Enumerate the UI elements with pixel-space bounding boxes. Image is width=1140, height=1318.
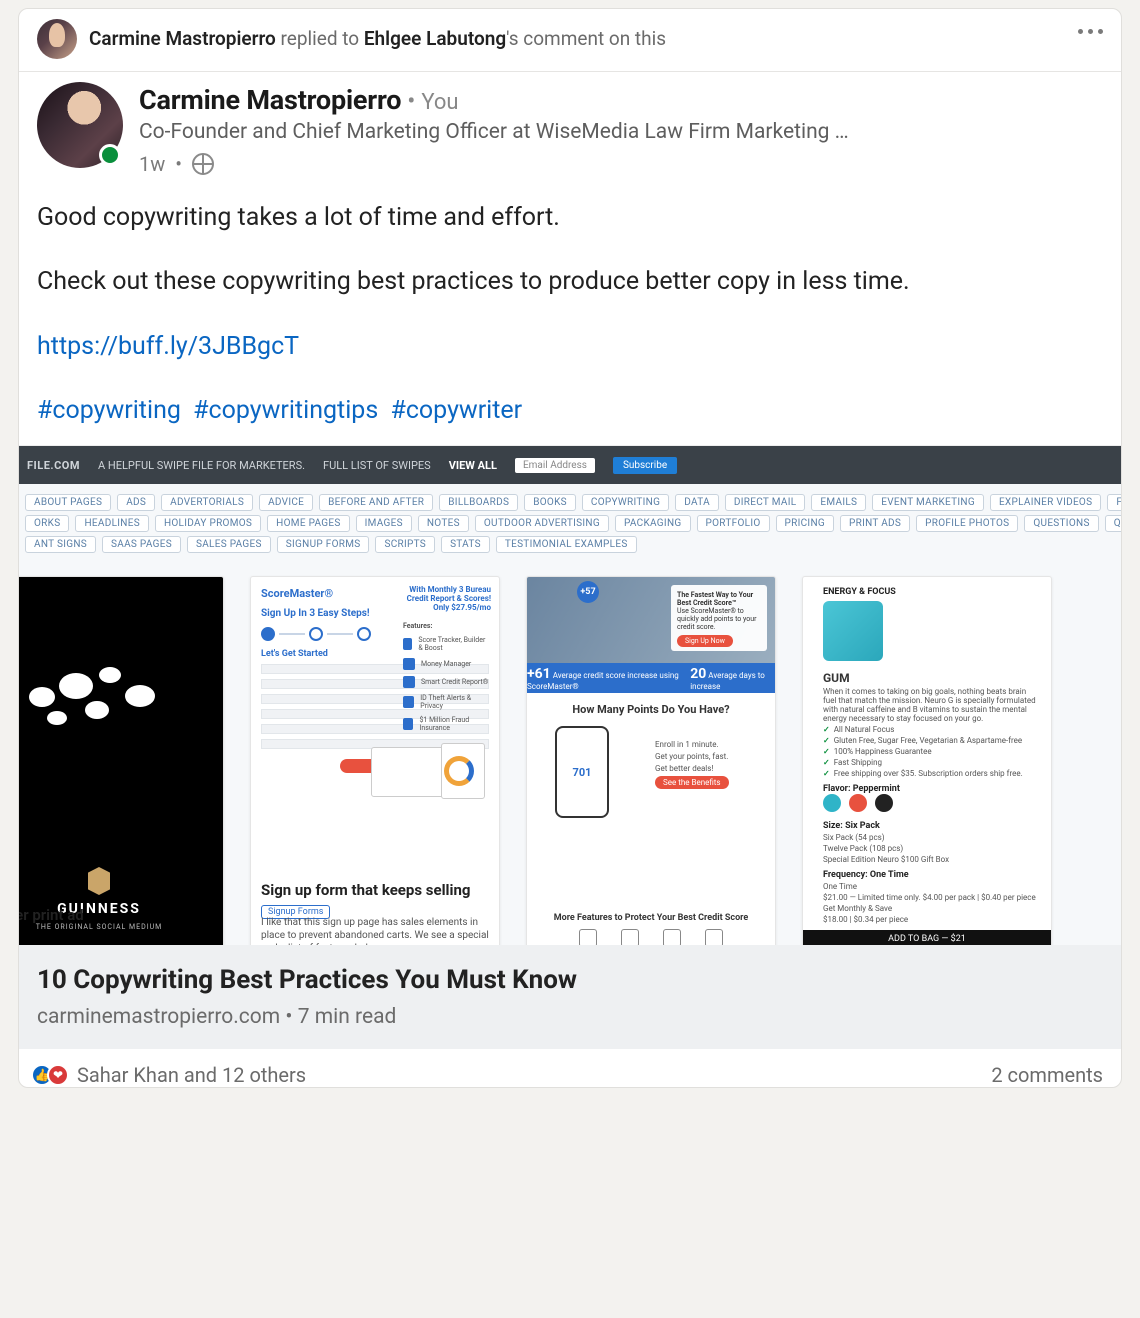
hashtag-row: #copywriting #copywritingtips #copywrite… xyxy=(37,393,1103,429)
post-time-row: 1w • xyxy=(139,152,849,176)
preview-tag: IMAGES xyxy=(356,515,412,532)
preview-tag: FLYERS xyxy=(1107,494,1121,511)
preview-tag: ADVERTORIALS xyxy=(161,494,253,511)
preview-tag: QUOTES xyxy=(1105,515,1121,532)
post-body: Good copywriting takes a lot of time and… xyxy=(19,176,1121,445)
preview-tag: SCRIPTS xyxy=(375,536,435,553)
actor-avatar[interactable] xyxy=(37,19,77,59)
preview-tag: HOLIDAY PROMOS xyxy=(155,515,261,532)
post-header: Carmine Mastropierro • You Co-Founder an… xyxy=(19,72,1121,176)
activity-text: Carmine Mastropierro replied to Ehlgee L… xyxy=(89,27,666,52)
preview-tag: QUESTIONS xyxy=(1024,515,1098,532)
preview-tag: SAAS PAGES xyxy=(102,536,181,553)
preview-tag: HEADLINES xyxy=(75,515,148,532)
preview-tag: NOTES xyxy=(418,515,469,532)
hashtag[interactable]: #copywriter xyxy=(390,396,522,425)
link-preview-footer[interactable]: 10 Copywriting Best Practices You Must K… xyxy=(19,945,1121,1049)
post-menu-button[interactable] xyxy=(1078,29,1103,34)
post-meta: Carmine Mastropierro • You Co-Founder an… xyxy=(139,82,849,176)
preview-tag-rows: ABOUT PAGES ADS ADVERTORIALS ADVICE BEFORE A… xyxy=(19,484,1121,561)
preview-tag: PROFILE PHOTOS xyxy=(916,515,1018,532)
preview-tag: DIRECT MAIL xyxy=(725,494,806,511)
preview-thumb: ScoreMaster® Sign Up In 3 Easy Steps! Le… xyxy=(250,576,500,945)
you-label: You xyxy=(421,90,458,115)
reactors-text: Sahar Khan and 12 others xyxy=(77,1063,306,1087)
author-headline: Co-Founder and Chief Marketing Officer a… xyxy=(139,120,849,144)
preview-nav: FILE.COM A HELPFUL SWIPE FILE FOR MARKET… xyxy=(19,446,1121,484)
preview-thumb: ENERGY & FOCUS GUM When it comes to taki… xyxy=(802,576,1052,945)
comments-count[interactable]: 2 comments xyxy=(991,1063,1103,1087)
preview-tag: OUTDOOR ADVERTISING xyxy=(475,515,609,532)
preview-tag: BOOKS xyxy=(524,494,576,511)
preview-tag: PORTFOLIO xyxy=(697,515,770,532)
post-paragraph: Good copywriting takes a lot of time and… xyxy=(37,200,1103,236)
online-indicator xyxy=(99,144,121,166)
harp-icon xyxy=(88,867,110,895)
preview-tag: BEFORE AND AFTER xyxy=(319,494,433,511)
preview-thumb: +57 The Fastest Way to Your Best Credit … xyxy=(526,576,776,945)
preview-tag: SIGNUP FORMS xyxy=(277,536,370,553)
preview-tag: EXPLAINER VIDEOS xyxy=(990,494,1101,511)
post-time: 1w xyxy=(139,152,165,176)
preview-tag: EVENT MARKETING xyxy=(872,494,984,511)
preview-thumb: GUINNESS THE ORIGINAL SOCIAL MEDIUM xyxy=(19,576,224,945)
link-preview-subtitle: carminemastropierro.com • 7 min read xyxy=(37,1005,1103,1029)
activity-header: Carmine Mastropierro replied to Ehlgee L… xyxy=(19,9,1121,72)
post-link[interactable]: https://buff.ly/3JBBgcT xyxy=(37,332,299,361)
preview-tag: EMAILS xyxy=(811,494,866,511)
preview-tag: BILLBOARDS xyxy=(439,494,518,511)
reactions-summary[interactable]: 👍 ❤ Sahar Khan and 12 others xyxy=(37,1063,306,1087)
preview-tag: PRICING xyxy=(776,515,834,532)
actor-name[interactable]: Carmine Mastropierro xyxy=(89,27,276,50)
link-preview-title: 10 Copywriting Best Practices You Must K… xyxy=(37,965,1103,995)
author-avatar[interactable] xyxy=(37,82,123,168)
preview-tag: COPYWRITING xyxy=(582,494,669,511)
preview-tag: PRINT ADS xyxy=(840,515,910,532)
love-icon: ❤ xyxy=(47,1064,69,1086)
preview-tag: STATS xyxy=(441,536,490,553)
preview-tag: HOME PAGES xyxy=(267,515,349,532)
preview-thumbnails: GUINNESS THE ORIGINAL SOCIAL MEDIUM Scor… xyxy=(19,576,1121,945)
hashtag[interactable]: #copywriting xyxy=(37,396,181,425)
preview-tag: ORKS xyxy=(25,515,69,532)
globe-icon xyxy=(192,153,214,175)
preview-tag: ADVICE xyxy=(259,494,313,511)
preview-tag: ABOUT PAGES xyxy=(25,494,111,511)
comment-author[interactable]: Ehlgee Labutong xyxy=(364,27,506,50)
post-paragraph: Check out these copywriting best practic… xyxy=(37,264,1103,300)
preview-tag: ANT SIGNS xyxy=(25,536,96,553)
author-name[interactable]: Carmine Mastropierro xyxy=(139,84,401,116)
preview-tag: SALES PAGES xyxy=(187,536,271,553)
preview-caption-clipped: ver beer print ad Ads le message with li… xyxy=(19,906,244,945)
author-line: Carmine Mastropierro • You xyxy=(139,84,849,116)
preview-tag: TESTIMONIAL EXAMPLES xyxy=(496,536,637,553)
social-row: 👍 ❤ Sahar Khan and 12 others 2 comments xyxy=(19,1049,1121,1087)
link-preview-image[interactable]: FILE.COM A HELPFUL SWIPE FILE FOR MARKET… xyxy=(19,445,1121,945)
preview-tag: DATA xyxy=(675,494,719,511)
post-card: Carmine Mastropierro replied to Ehlgee L… xyxy=(18,8,1122,1088)
preview-tag: ADS xyxy=(117,494,155,511)
hashtag[interactable]: #copywritingtips xyxy=(193,396,378,425)
preview-tag: PACKAGING xyxy=(615,515,691,532)
